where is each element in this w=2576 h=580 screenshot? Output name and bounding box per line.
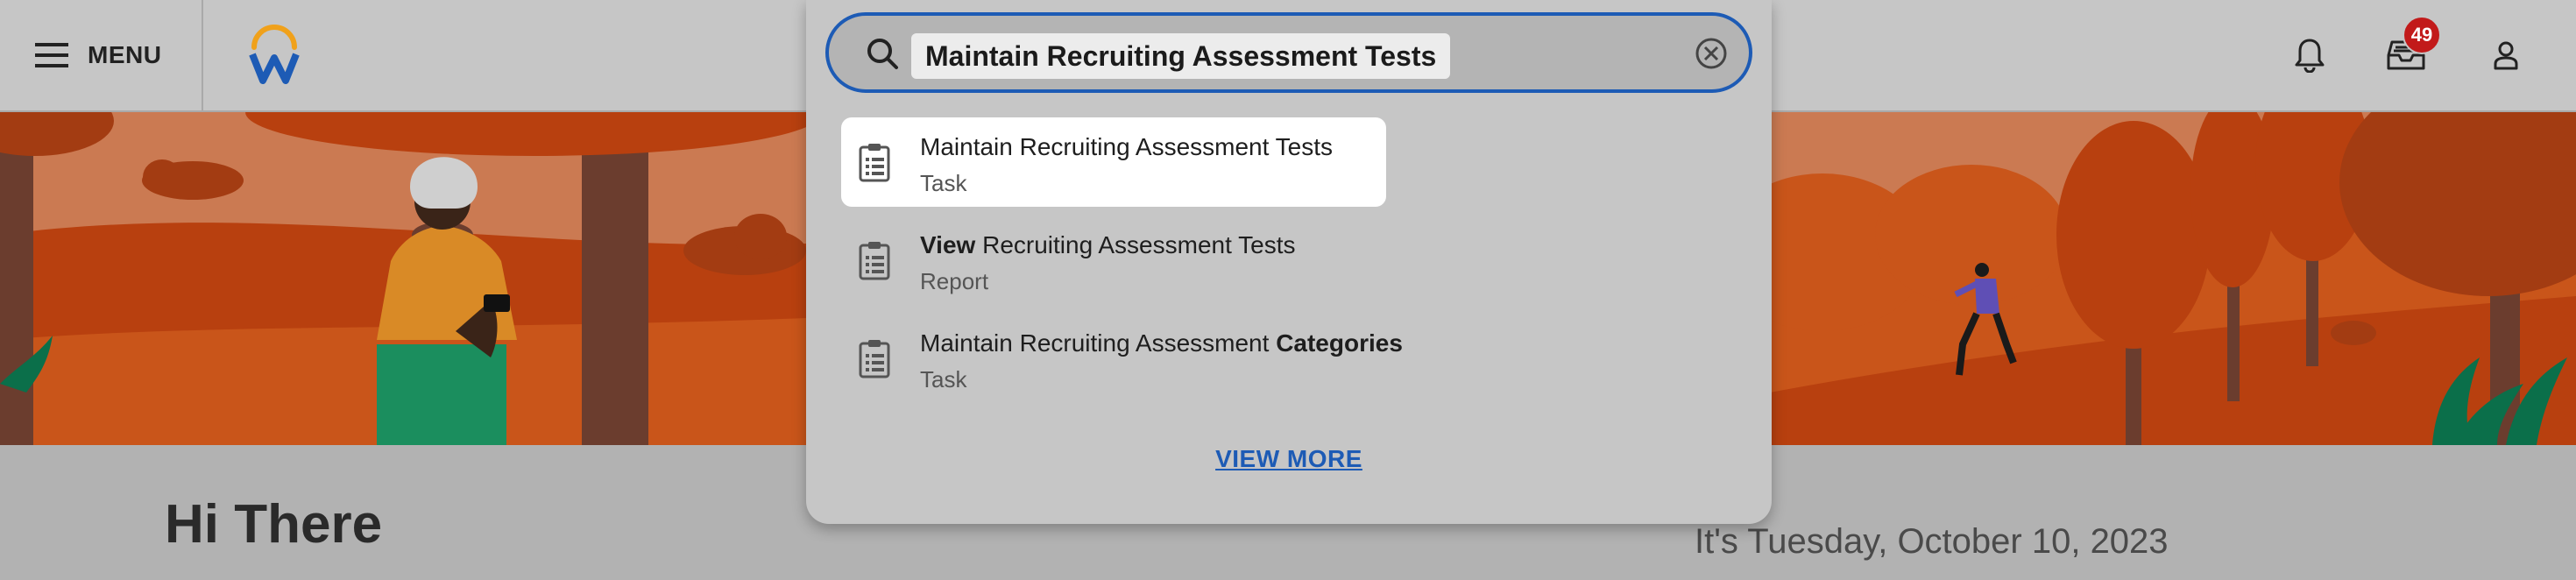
date-text: It's Tuesday, October 10, 2023 (1695, 522, 2169, 561)
search-result-1[interactable]: Maintain Recruiting Assessment Tests Tas… (841, 117, 1386, 207)
workday-logo[interactable] (247, 25, 301, 84)
search-result-2[interactable]: View Recruiting Assessment Tests Report (841, 216, 1386, 305)
search-input[interactable]: Maintain Recruiting Assessment Tests (911, 33, 1451, 79)
menu-label: MENU (88, 41, 162, 68)
result-type: Report (920, 268, 989, 294)
user-icon (2494, 41, 2518, 70)
header-divider (202, 0, 203, 110)
report-clipboard-icon (859, 242, 890, 280)
view-more-link[interactable]: VIEW MORE (806, 445, 1772, 473)
menu-button[interactable]: MENU (35, 35, 161, 75)
bell-icon (2295, 39, 2325, 73)
task-clipboard-icon (859, 144, 890, 182)
search-icon (867, 39, 898, 69)
inbox-button[interactable]: 49 (2381, 16, 2441, 77)
inbox-count-badge: 49 (2403, 16, 2441, 54)
search-field[interactable]: Maintain Recruiting Assessment Tests (825, 12, 1752, 93)
greeting-heading: Hi There (165, 494, 383, 555)
result-type: Task (920, 366, 967, 393)
search-result-3[interactable]: Maintain Recruiting Assessment Categorie… (841, 314, 1403, 403)
result-title: Maintain Recruiting Assessment Tests (920, 133, 1334, 160)
result-title: View Recruiting Assessment Tests (920, 231, 1296, 258)
result-title: Maintain Recruiting Assessment Categorie… (920, 329, 1403, 357)
task-clipboard-icon (859, 340, 890, 378)
search-panel: Maintain Recruiting Assessment Tests Mai… (806, 0, 1772, 524)
result-type: Task (920, 170, 967, 196)
notifications-button[interactable] (2285, 33, 2334, 77)
clear-search-icon[interactable] (1695, 37, 1728, 70)
menu-icon (35, 43, 68, 67)
profile-button[interactable] (2481, 33, 2530, 77)
